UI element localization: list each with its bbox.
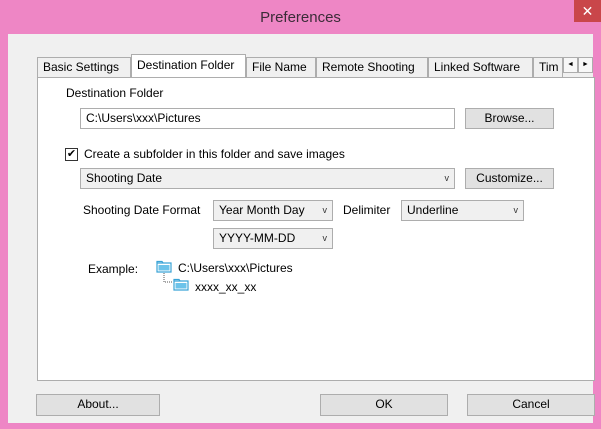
tree-connector-icon bbox=[163, 273, 173, 283]
tab-file-name[interactable]: File Name bbox=[246, 57, 316, 77]
browse-button[interactable]: Browse... bbox=[465, 108, 554, 129]
folder-icon bbox=[156, 260, 172, 273]
shooting-date-format-label: Shooting Date Format bbox=[83, 203, 201, 217]
checkmark-icon: ✔ bbox=[66, 148, 77, 160]
arrow-left-icon: ◄ bbox=[567, 61, 574, 68]
close-icon: ✕ bbox=[581, 3, 594, 19]
arrow-right-icon: ► bbox=[582, 61, 589, 68]
date-pattern-select[interactable]: YYYY-MM-DD v bbox=[213, 228, 333, 249]
tab-remote-shooting[interactable]: Remote Shooting bbox=[316, 57, 428, 77]
date-format-value: Year Month Day bbox=[219, 203, 305, 217]
customize-button[interactable]: Customize... bbox=[465, 168, 554, 189]
create-subfolder-label: Create a subfolder in this folder and sa… bbox=[84, 147, 345, 161]
chevron-down-icon: v bbox=[322, 233, 328, 243]
create-subfolder-checkbox[interactable]: ✔ bbox=[65, 148, 78, 161]
subfolder-mode-value: Shooting Date bbox=[86, 171, 163, 185]
tab-destination-folder[interactable]: Destination Folder bbox=[131, 54, 246, 77]
about-button[interactable]: About... bbox=[36, 394, 160, 416]
example-label: Example: bbox=[88, 262, 139, 276]
destination-folder-label: Destination Folder bbox=[66, 86, 164, 100]
chevron-down-icon: v bbox=[513, 205, 519, 215]
date-format-select[interactable]: Year Month Day v bbox=[213, 200, 333, 221]
chevron-down-icon: v bbox=[322, 205, 328, 215]
cancel-button[interactable]: Cancel bbox=[467, 394, 595, 416]
tab-time[interactable]: Tim bbox=[533, 57, 563, 77]
subfolder-mode-select[interactable]: Shooting Date v bbox=[80, 168, 455, 189]
example-root-path: C:\Users\xxx\Pictures bbox=[178, 261, 293, 275]
tab-basic-settings[interactable]: Basic Settings bbox=[37, 57, 131, 77]
ok-button[interactable]: OK bbox=[320, 394, 448, 416]
delimiter-label: Delimiter bbox=[343, 203, 391, 217]
example-subfolder-name: xxxx_xx_xx bbox=[195, 280, 257, 294]
close-button[interactable]: ✕ bbox=[574, 0, 601, 22]
tab-scroll-left-button[interactable]: ◄ bbox=[563, 57, 578, 73]
date-pattern-value: YYYY-MM-DD bbox=[219, 231, 296, 245]
delimiter-select[interactable]: Underline v bbox=[401, 200, 524, 221]
destination-path-field[interactable]: C:\Users\xxx\Pictures bbox=[80, 108, 455, 129]
chevron-down-icon: v bbox=[444, 173, 450, 183]
tab-linked-software[interactable]: Linked Software bbox=[428, 57, 533, 77]
folder-icon bbox=[173, 278, 189, 291]
window-title: Preferences bbox=[260, 9, 341, 26]
tab-scroll-right-button[interactable]: ► bbox=[578, 57, 593, 73]
delimiter-value: Underline bbox=[407, 203, 459, 217]
title-bar[interactable]: Preferences ✕ bbox=[0, 0, 601, 34]
preferences-window: Preferences ✕ Basic Settings Destination… bbox=[0, 0, 601, 429]
